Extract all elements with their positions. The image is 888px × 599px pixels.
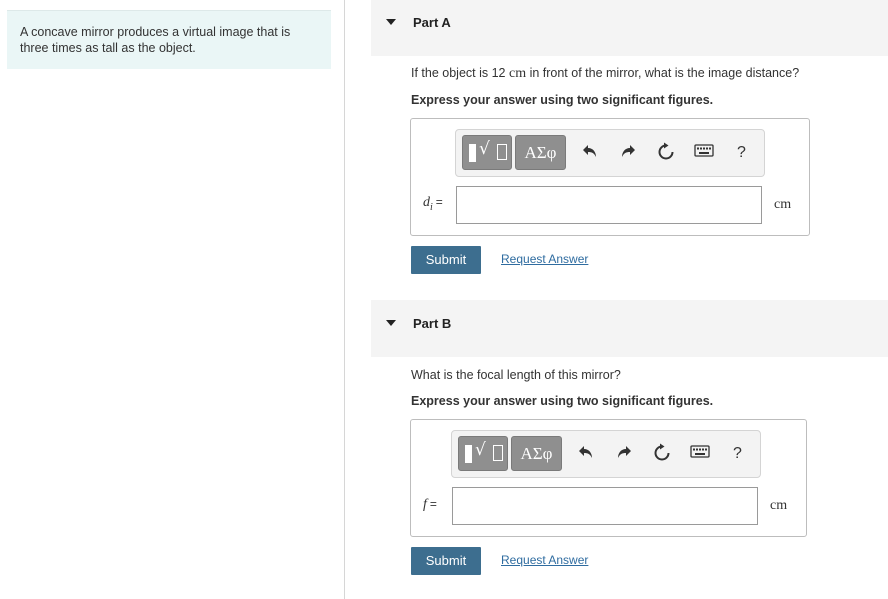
part-b-math-toolbar: √ ΑΣφ ? — [451, 430, 761, 478]
part-a-answer-input[interactable] — [456, 186, 762, 224]
templates-button[interactable]: √ — [458, 436, 508, 471]
part-b-variable-label: f = — [423, 497, 437, 512]
problem-text-line-2: three times as tall as the object. — [20, 41, 196, 55]
templates-button[interactable]: √ — [462, 135, 512, 170]
undo-icon[interactable] — [575, 443, 597, 465]
collapse-caret-icon[interactable] — [386, 19, 396, 25]
part-b-title: Part B — [413, 316, 452, 331]
part-a-variable-label: di = — [423, 195, 443, 213]
undo-icon[interactable] — [579, 142, 601, 164]
problem-pane: A concave mirror produces a virtual imag… — [0, 0, 345, 599]
part-a-instruction: Express your answer using two significan… — [411, 93, 714, 107]
part-b-answer-input[interactable] — [452, 487, 758, 525]
redo-icon[interactable] — [613, 443, 635, 465]
reset-icon[interactable] — [655, 142, 677, 164]
reset-icon[interactable] — [651, 443, 673, 465]
part-a-unit: cm — [774, 197, 792, 212]
part-b-unit: cm — [770, 498, 788, 513]
part-b-header[interactable]: Part B — [371, 300, 888, 357]
part-b-request-answer-link[interactable]: Request Answer — [501, 553, 588, 567]
part-a-title: Part A — [413, 15, 451, 30]
part-a-question: If the object is 12 cm in front of the m… — [411, 66, 800, 81]
question-unit: cm — [508, 66, 527, 81]
greek-letters-button[interactable]: ΑΣφ — [515, 135, 566, 170]
templates-icon — [465, 445, 472, 463]
problem-text-line-1: A concave mirror produces a virtual imag… — [20, 25, 291, 39]
part-a-request-answer-link[interactable]: Request Answer — [501, 252, 588, 266]
keyboard-icon[interactable] — [693, 142, 715, 164]
collapse-caret-icon[interactable] — [386, 320, 396, 326]
keyboard-icon[interactable] — [689, 443, 711, 465]
part-b-submit-button[interactable]: Submit — [411, 547, 481, 575]
help-icon[interactable]: ? — [737, 144, 746, 162]
part-a-math-toolbar: √ ΑΣφ ? — [455, 129, 765, 177]
redo-icon[interactable] — [617, 142, 639, 164]
problem-statement: A concave mirror produces a virtual imag… — [7, 10, 331, 69]
part-b-instruction: Express your answer using two significan… — [411, 394, 714, 408]
greek-letters-button[interactable]: ΑΣφ — [511, 436, 562, 471]
help-icon[interactable]: ? — [733, 445, 742, 463]
part-a-header[interactable]: Part A — [371, 0, 888, 56]
part-b-question: What is the focal length of this mirror? — [411, 368, 621, 382]
part-a-submit-button[interactable]: Submit — [411, 246, 481, 274]
templates-icon — [469, 144, 476, 162]
